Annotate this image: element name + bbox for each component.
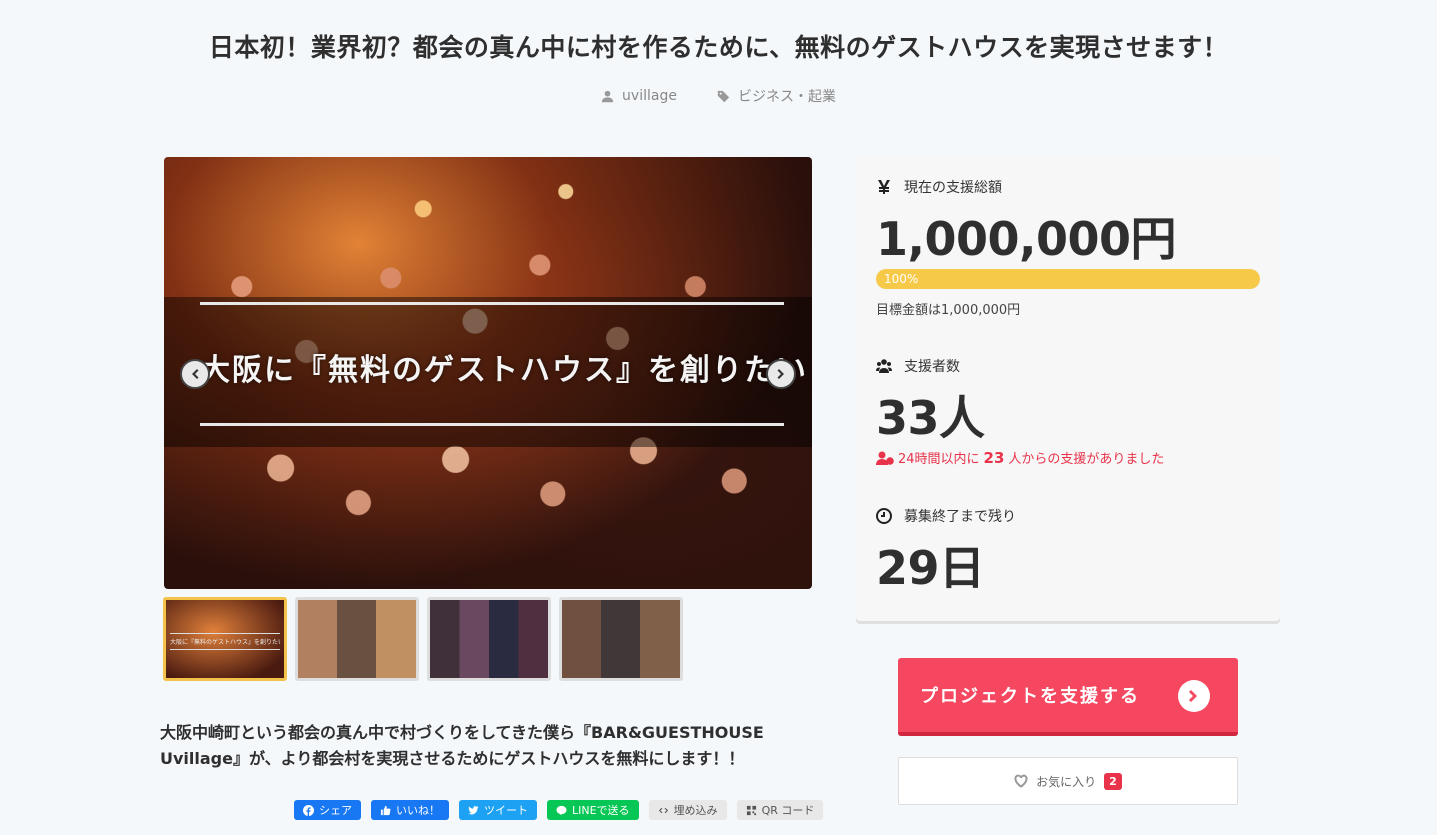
embed-label: 埋め込み (673, 804, 718, 817)
code-icon (658, 807, 668, 813)
facebook-icon (303, 804, 314, 816)
line-icon (556, 805, 567, 815)
main-image[interactable]: 大阪に『無料のゲストハウス』を創りたい！ (164, 157, 812, 589)
favorite-count-badge: 2 (1104, 772, 1122, 790)
line-share-label: LINEで送る (572, 804, 630, 817)
qr-code-label: QR コード (761, 804, 815, 817)
embed-button[interactable]: 埋め込み (648, 800, 727, 820)
twitter-tweet-label: ツイート (484, 804, 528, 817)
thumbs-up-icon (380, 805, 391, 815)
facebook-like-button[interactable]: いいね！ (371, 800, 449, 820)
line-share-button[interactable]: LINEで送る (547, 800, 639, 820)
funding-progress-fill: 100% (876, 269, 1260, 289)
qr-code-button[interactable]: QR コード (736, 800, 824, 820)
image-overlay-text: 大阪に『無料のゲストハウス』を創りたい！ (200, 353, 812, 388)
recent-support-notice: 24時間以内に 23 人からの支援がありました (876, 448, 1164, 467)
clock-icon (876, 508, 892, 524)
owner-name: uvillage (622, 88, 677, 104)
twitter-bird-icon (468, 805, 479, 814)
supporters-label: 支援者数 (876, 356, 960, 376)
total-funding-label-text: 現在の支援総額 (904, 180, 1002, 196)
funding-goal: 目標金額は1,000,000円 (876, 303, 1021, 318)
thumbnail-1[interactable]: 大阪に『無料のゲストハウス』を創りたい！ (163, 597, 287, 681)
next-image-button[interactable] (766, 359, 796, 389)
facebook-share-label: シェア (319, 804, 352, 817)
facebook-share-button[interactable]: シェア (294, 800, 361, 820)
favorite-label: お気に入り (1036, 774, 1097, 789)
total-funding-label: 現在の支援総額 (876, 177, 1002, 197)
support-project-button[interactable]: プロジェクトを支援する (898, 658, 1238, 736)
thumbnail-text: 大阪に『無料のゲストハウス』を創りたい！ (170, 633, 280, 650)
thumbnail-2[interactable] (295, 597, 419, 681)
tag-icon (717, 90, 730, 102)
page-title: 日本初！業界初？都会の真ん中に村を作るために、無料のゲストハウスを実現させます！ (208, 33, 1229, 62)
support-project-label: プロジェクトを支援する (920, 686, 1140, 707)
user-icon (601, 90, 614, 102)
category-name: ビジネス・起業 (737, 89, 836, 105)
favorite-button[interactable]: お気に入り 2 (898, 757, 1238, 805)
qr-code-icon (746, 805, 756, 815)
owner-link[interactable]: uvillage (601, 86, 677, 106)
supporters-label-text: 支援者数 (904, 359, 960, 375)
recent-support-count: 23 (983, 448, 1005, 467)
project-meta: uvillage ビジネス・起業 (0, 86, 1437, 106)
remaining-days: 29日 (876, 541, 985, 595)
remaining-time-label: 募集終了まで残り (876, 506, 1016, 526)
category-link[interactable]: ビジネス・起業 (717, 86, 836, 106)
remaining-time-label-text: 募集終了まで残り (904, 509, 1016, 525)
yen-icon (878, 180, 890, 194)
chevron-right-icon (1189, 690, 1197, 702)
thumbnail-strip: 大阪に『無料のゲストハウス』を創りたい！ (163, 597, 683, 681)
thumbnail-4[interactable] (559, 597, 683, 681)
supporters-count: 33人 (876, 391, 985, 445)
chevron-right-icon (777, 369, 784, 379)
chevron-left-icon (192, 369, 199, 379)
twitter-tweet-button[interactable]: ツイート (459, 800, 537, 820)
facebook-like-label: いいね！ (396, 804, 440, 817)
thumbnail-3[interactable] (427, 597, 551, 681)
recent-support-prefix: 24時間以内に (898, 452, 980, 467)
total-funding-amount: 1,000,000円 (876, 212, 1177, 266)
thumbnail-image (430, 600, 548, 678)
image-divider-bottom (200, 423, 784, 426)
recent-support-suffix: 人からの支援がありました (1008, 452, 1165, 467)
share-buttons: シェア いいね！ ツイート LINEで送る 埋め込み QR コード (294, 800, 824, 820)
heart-icon (1014, 774, 1028, 788)
funding-stats-panel: 現在の支援総額 1,000,000円 100% 目標金額は1,000,000円 … (856, 157, 1280, 621)
funding-progress-bar: 100% (876, 269, 1260, 289)
prev-image-button[interactable] (180, 359, 210, 389)
project-summary: 大阪中崎町という都会の真ん中で村づくりをしてきた僕ら『BAR&GUESTHOUS… (160, 723, 764, 768)
thumbnail-image (298, 600, 416, 678)
user-clock-icon (876, 451, 894, 465)
image-divider-top (200, 302, 784, 305)
chevron-right-circle-icon (1178, 680, 1210, 712)
users-icon (876, 359, 892, 373)
thumbnail-image (562, 600, 680, 678)
